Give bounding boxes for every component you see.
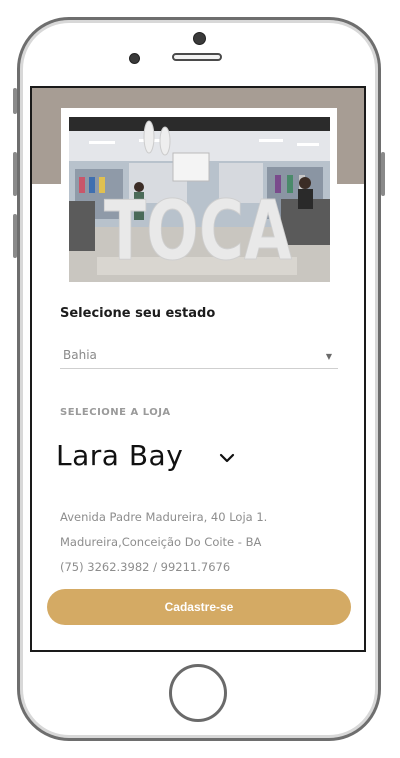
store-selector[interactable]: Lara Bay: [56, 439, 183, 472]
state-select-value: Bahia: [63, 348, 97, 362]
earpiece-speaker: [172, 53, 222, 61]
mute-switch: [13, 88, 17, 114]
home-button[interactable]: [169, 664, 227, 722]
state-select[interactable]: Bahia ▼: [60, 340, 338, 369]
address-line-2: Madureira,Conceição Do Coite - BA: [60, 535, 262, 549]
store-label: SELECIONE A LOJA: [60, 407, 171, 418]
store-photo-illustration: TOCA: [69, 117, 330, 282]
store-phones: (75) 3262.3982 / 99211.7676: [60, 560, 231, 574]
volume-up-button: [13, 152, 17, 196]
store-photo: TOCA: [69, 117, 330, 282]
store-photo-frame: TOCA: [61, 108, 337, 284]
toca-sign: TOCA: [104, 184, 292, 279]
app-screen: TOCA Selecione seu estado Bahia ▼ SELECI…: [30, 86, 366, 652]
front-camera-icon: [193, 32, 206, 45]
caret-down-icon: ▼: [325, 352, 332, 361]
chevron-down-icon[interactable]: [219, 453, 235, 463]
power-button: [381, 152, 385, 196]
sensor-icon: [129, 53, 140, 64]
signup-button[interactable]: Cadastre-se: [47, 589, 351, 625]
address-line-1: Avenida Padre Madureira, 40 Loja 1.: [60, 510, 268, 524]
volume-down-button: [13, 214, 17, 258]
state-label: Selecione seu estado: [60, 306, 216, 321]
